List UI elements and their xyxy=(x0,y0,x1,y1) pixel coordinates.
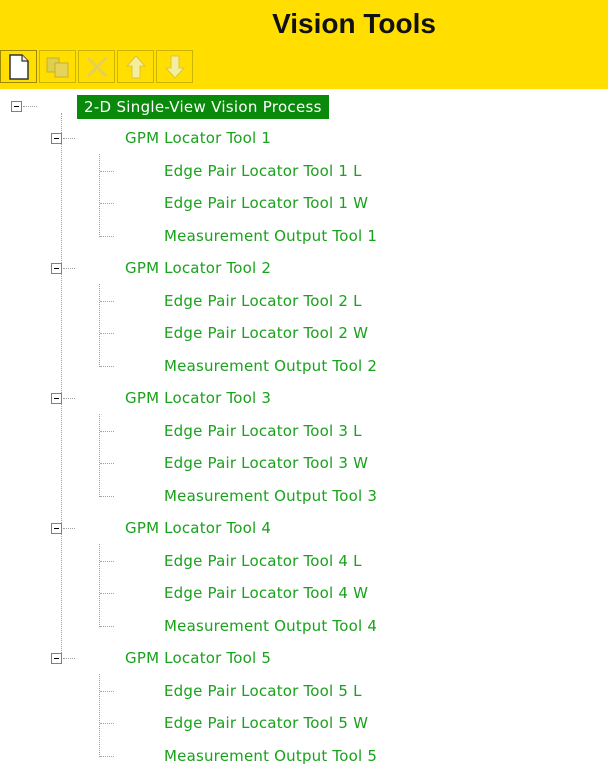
tree-leaf-node[interactable]: Measurement Output Tool 3 xyxy=(164,486,377,506)
new-button[interactable] xyxy=(0,50,37,83)
tree-connector xyxy=(100,300,114,302)
collapse-group-icon[interactable] xyxy=(51,393,62,404)
tree-connector xyxy=(100,170,114,172)
tree-connector xyxy=(100,235,114,237)
tree-leaf-node[interactable]: Edge Pair Locator Tool 5 L xyxy=(164,681,362,701)
copy-icon xyxy=(46,57,68,77)
vision-tree: 2-D Single-View Vision Process GPM Locat… xyxy=(0,89,608,765)
tree-connector xyxy=(23,106,37,107)
tree-leaf-node[interactable]: Measurement Output Tool 2 xyxy=(164,356,377,376)
tree-connector xyxy=(100,203,114,204)
collapse-group-icon[interactable] xyxy=(51,133,62,144)
tree-leaf-node[interactable]: Measurement Output Tool 5 xyxy=(164,746,377,766)
tree-leaf-node[interactable]: Edge Pair Locator Tool 4 L xyxy=(164,551,362,571)
tree-connector xyxy=(100,463,114,464)
tree-connector xyxy=(99,413,100,497)
tree-connector xyxy=(100,560,114,562)
tree-connector xyxy=(100,690,114,692)
tree-group-node[interactable]: GPM Locator Tool 1 xyxy=(125,128,271,148)
panel-title: Vision Tools xyxy=(272,8,436,39)
tree-connector xyxy=(99,153,100,237)
tree-leaf-node[interactable]: Edge Pair Locator Tool 1 L xyxy=(164,161,362,181)
new-icon xyxy=(8,53,29,80)
tree-connector xyxy=(100,333,114,334)
tree-leaf-node[interactable]: Edge Pair Locator Tool 3 L xyxy=(164,421,362,441)
tree-connector xyxy=(100,430,114,432)
tree-group-node[interactable]: GPM Locator Tool 5 xyxy=(125,648,271,668)
tree-leaf-node[interactable]: Edge Pair Locator Tool 4 W xyxy=(164,583,368,603)
collapse-root-icon[interactable] xyxy=(11,101,22,112)
tree-connector xyxy=(100,495,114,497)
tree-connector xyxy=(100,593,114,594)
copy-button[interactable] xyxy=(39,50,76,83)
tree-connector xyxy=(61,113,62,653)
move-up-icon xyxy=(125,54,146,78)
tree-leaf-node[interactable]: Edge Pair Locator Tool 3 W xyxy=(164,453,368,473)
delete-button[interactable] xyxy=(78,50,115,83)
tree-root-node[interactable]: 2-D Single-View Vision Process xyxy=(77,95,329,119)
tree-connector xyxy=(63,528,75,529)
tree-group-node[interactable]: GPM Locator Tool 4 xyxy=(125,518,271,538)
tree-connector xyxy=(99,673,100,757)
tree-connector xyxy=(100,625,114,627)
collapse-group-icon[interactable] xyxy=(51,263,62,274)
collapse-group-icon[interactable] xyxy=(51,653,62,664)
tree-leaf-node[interactable]: Measurement Output Tool 1 xyxy=(164,226,377,246)
tree-connector xyxy=(63,268,75,269)
collapse-group-icon[interactable] xyxy=(51,523,62,534)
delete-icon xyxy=(86,56,107,77)
move-up-button[interactable] xyxy=(117,50,154,83)
tree-connector xyxy=(99,283,100,367)
tree-connector xyxy=(100,755,114,757)
tree-leaf-node[interactable]: Edge Pair Locator Tool 5 W xyxy=(164,713,368,733)
tree-connector xyxy=(63,138,75,139)
tree-connector xyxy=(63,658,75,659)
toolbar xyxy=(0,50,195,86)
move-down-icon xyxy=(164,55,185,79)
tree-leaf-node[interactable]: Measurement Output Tool 4 xyxy=(164,616,377,636)
tree-leaf-node[interactable]: Edge Pair Locator Tool 1 W xyxy=(164,193,368,213)
tree-group-node[interactable]: GPM Locator Tool 3 xyxy=(125,388,271,408)
tree-group-node[interactable]: GPM Locator Tool 2 xyxy=(125,258,271,278)
vision-tools-header: Vision Tools xyxy=(0,0,608,89)
tree-connector xyxy=(100,723,114,724)
tree-connector xyxy=(100,365,114,367)
tree-leaf-node[interactable]: Edge Pair Locator Tool 2 W xyxy=(164,323,368,343)
move-down-button[interactable] xyxy=(156,50,193,83)
tree-leaf-node[interactable]: Edge Pair Locator Tool 2 L xyxy=(164,291,362,311)
tree-connector xyxy=(63,398,75,399)
tree-connector xyxy=(99,543,100,627)
